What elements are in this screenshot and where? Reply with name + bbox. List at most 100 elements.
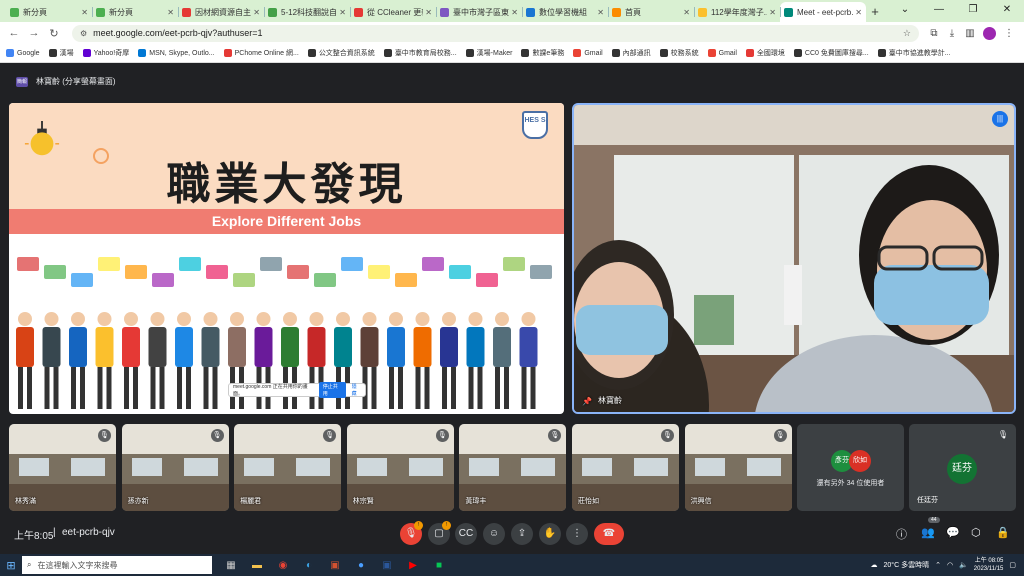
word-icon[interactable]: ▣	[374, 560, 400, 571]
pin-icon[interactable]: 📌	[582, 397, 592, 406]
clock-date: 2023/11/15	[973, 566, 1004, 572]
chrome-icon[interactable]: ◉	[270, 560, 296, 571]
people-icon[interactable]: 👥	[921, 526, 935, 539]
bookmark-item[interactable]: Google	[6, 49, 40, 57]
tab-close-icon[interactable]: ✕	[769, 8, 776, 17]
wifi-icon[interactable]: ◠	[947, 561, 953, 569]
others-tile[interactable]: 彥芬 欣如 還有另外 34 位使用者	[797, 424, 904, 511]
new-tab-button[interactable]: +	[866, 2, 884, 22]
tab-close-icon[interactable]: ✕	[683, 8, 690, 17]
more-options-button[interactable]: ⋮	[566, 523, 588, 545]
browser-tab[interactable]: 5-12科技翻說自...✕	[264, 2, 350, 22]
back-icon[interactable]: ←	[6, 27, 22, 39]
bookmark-item[interactable]: 公文整合資訊系統	[307, 48, 375, 58]
tab-close-icon[interactable]: ✕	[339, 8, 346, 17]
browser-tab[interactable]: Meet - eet-pcrb... ✕	[780, 2, 866, 22]
edge-icon[interactable]: ◐	[296, 560, 322, 571]
shared-screen[interactable]: HES S 職業大發現 Explore Different Jobs meet.…	[9, 103, 564, 414]
powerpoint-icon[interactable]: ▣	[322, 560, 348, 571]
participant-tile[interactable]: 🎙 林秀滿	[9, 424, 116, 511]
browser-tab[interactable]: 新分頁 ✕	[92, 2, 178, 22]
speech-bubble	[314, 273, 336, 287]
volume-icon[interactable]: 🔈	[959, 561, 968, 569]
bookmark-item[interactable]: Gmail	[573, 49, 603, 57]
notification-icon[interactable]: ▢	[1009, 561, 1016, 569]
captions-button[interactable]: CC	[455, 523, 477, 545]
emoji-button[interactable]: ☺	[483, 523, 505, 545]
present-button[interactable]: ⇪	[511, 523, 533, 545]
bookmark-item[interactable]: Gmail	[707, 49, 737, 57]
tab-search-icon[interactable]: ⌄	[888, 0, 922, 20]
bookmark-star-icon[interactable]: ☆	[903, 28, 911, 39]
task-view-icon[interactable]: ▦	[218, 560, 244, 571]
bookmark-item[interactable]: 臺中市協進教學計...	[877, 48, 951, 58]
forward-icon[interactable]: →	[26, 27, 42, 39]
bookmark-item[interactable]: 全國環境	[745, 48, 785, 58]
bookmark-item[interactable]: MSN, Skype, Outlo...	[138, 49, 215, 57]
participant-tile[interactable]: 🎙 洪興信	[684, 424, 792, 511]
tab-close-icon[interactable]: ✕	[253, 8, 260, 17]
participant-tile[interactable]: 🎙 楊麗君	[234, 424, 342, 511]
tab-close-icon[interactable]: ✕	[167, 8, 174, 17]
browser-tab[interactable]: 數位學習機組 ✕	[522, 2, 608, 22]
participant-tile[interactable]: 🎙 林宗賢	[346, 424, 454, 511]
host-controls-icon[interactable]: 🔒	[996, 526, 1010, 539]
browser-tab[interactable]: 因材網資源自主...✕	[178, 2, 264, 22]
bookmark-item[interactable]: 數課e筆務	[521, 48, 564, 58]
browser-tab[interactable]: 新分頁 ✕	[6, 2, 92, 22]
tab-close-icon[interactable]: ✕	[81, 8, 88, 17]
tab-close-icon[interactable]: ✕	[855, 8, 862, 17]
bookmark-item[interactable]: 漢場	[48, 48, 74, 58]
browser-tab[interactable]: 從 CCleaner 更新...✕	[350, 2, 436, 22]
file-explorer-icon[interactable]: ▬	[244, 560, 270, 571]
url-field[interactable]: ⚙ meet.google.com/eet-pcrb-qjv?authuser=…	[72, 24, 919, 42]
bookmark-item[interactable]: 臺中市教育局校務...	[383, 48, 457, 58]
bookmark-item[interactable]: 校務系統	[659, 48, 699, 58]
bookmark-item[interactable]: Yahoo!奇摩	[82, 48, 129, 58]
hide-notice-button[interactable]: 隱藏	[352, 383, 361, 397]
taskbar-clock[interactable]: 上午 08:05 2023/11/15	[974, 557, 1004, 573]
browser-tab[interactable]: 112學年度灣子... ✕	[694, 2, 780, 22]
restore-icon[interactable]: ❐	[956, 0, 990, 20]
bookmark-item[interactable]: 內部通訊	[611, 48, 651, 58]
participant-tile-pinned[interactable]: 廷芬 任廷芬 🎙	[909, 424, 1016, 511]
bookmark-item[interactable]: 漢場-Maker	[465, 48, 512, 58]
line-icon[interactable]: ■	[426, 560, 452, 571]
activities-icon[interactable]: ⬡	[971, 526, 981, 539]
side-panel-icon[interactable]: ▥	[961, 28, 979, 39]
youtube-icon[interactable]: ▶	[400, 560, 426, 571]
profile-avatar[interactable]	[983, 26, 996, 40]
weather-text[interactable]: 20°C 多雲時晴	[883, 560, 929, 570]
tab-close-icon[interactable]: ✕	[597, 8, 604, 17]
main-speaker-video[interactable]: ||| 📌 林寶齡	[572, 103, 1016, 414]
raise-hand-button[interactable]: ✋	[539, 523, 561, 545]
windows-start-icon[interactable]: ⊞	[0, 559, 22, 572]
bookmark-label: 公文整合資訊系統	[318, 50, 375, 57]
taskbar-search-box[interactable]: ⌕ 在這裡輸入文字來搜尋	[22, 556, 212, 574]
bookmark-item[interactable]: CC0 免費圖庫搜尋...	[793, 48, 869, 58]
leave-call-button[interactable]: ☎	[594, 523, 624, 545]
chat-icon[interactable]: 💬	[946, 526, 960, 539]
stop-sharing-button[interactable]: 停止共用	[318, 382, 346, 398]
browser-tab[interactable]: 首頁 ✕	[608, 2, 694, 22]
minimize-icon[interactable]: —	[922, 0, 956, 20]
meeting-details-icon[interactable]: ⓘ	[896, 526, 907, 542]
tray-overflow-icon[interactable]: ⌃	[935, 561, 941, 569]
participant-tile[interactable]: 🎙 黃瑋丰	[459, 424, 567, 511]
participant-tile[interactable]: 🎙 孫亦新	[121, 424, 229, 511]
close-window-icon[interactable]: ✕	[990, 0, 1024, 20]
reload-icon[interactable]: ↻	[46, 27, 62, 40]
download-icon[interactable]: ⤓	[943, 28, 961, 39]
tab-close-icon[interactable]: ✕	[511, 8, 518, 17]
separator: |	[53, 527, 56, 538]
bookmark-item[interactable]: PChome Online 網...	[223, 48, 299, 58]
participant-tile[interactable]: 🎙 莊怡如	[572, 424, 679, 511]
bookmark-label: 全國環境	[756, 50, 785, 57]
browser-tab[interactable]: 臺中市灣子區東...✕	[436, 2, 522, 22]
others-count-text: 還有另外 34 位使用者	[816, 480, 885, 487]
site-info-icon[interactable]: ⚙	[80, 29, 87, 38]
menu-icon[interactable]: ⋮	[1000, 28, 1018, 39]
tab-close-icon[interactable]: ✕	[425, 8, 432, 17]
extensions-icon[interactable]: ⧉	[925, 28, 943, 39]
facebook-icon[interactable]: ●	[348, 560, 374, 571]
